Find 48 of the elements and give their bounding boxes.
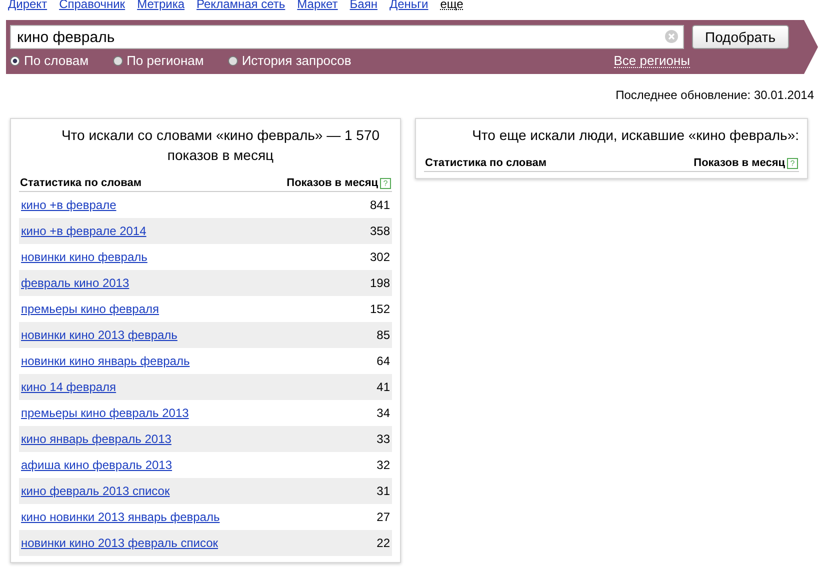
phrase-link[interactable]: новинки кино 2013 февраль список bbox=[21, 536, 218, 550]
nav-link[interactable]: Директ bbox=[8, 0, 48, 14]
phrase-link[interactable]: февраль кино 2013 bbox=[21, 276, 130, 290]
count-cell: 198 bbox=[370, 276, 390, 290]
phrase-link[interactable]: новинки кино февраль bbox=[21, 250, 148, 264]
search-field[interactable]: кино февраль bbox=[10, 25, 684, 49]
nav-link[interactable]: Деньги bbox=[389, 0, 428, 14]
column-header: Статистика по словам bbox=[20, 177, 142, 189]
count-cell: 31 bbox=[376, 484, 390, 498]
phrase-link[interactable]: кино январь февраль 2013 bbox=[21, 432, 172, 446]
count-cell: 34 bbox=[376, 406, 390, 420]
phrase-link[interactable]: кино +в феврале 2014 bbox=[21, 224, 146, 238]
count-cell: 64 bbox=[376, 354, 390, 368]
radio-option[interactable]: По регионам bbox=[112, 53, 204, 68]
phrase-link[interactable]: афиша кино февраль 2013 bbox=[21, 458, 172, 472]
count-cell: 22 bbox=[376, 536, 390, 550]
nav-link[interactable]: Баян bbox=[350, 0, 378, 14]
count-cell: 152 bbox=[370, 302, 390, 316]
phrase-link[interactable]: премьеры кино февраля bbox=[21, 302, 160, 316]
count-cell: 41 bbox=[376, 380, 390, 394]
panel-title: Что искали со словами «кино февраль» — 1 570 показов в месяц bbox=[60, 126, 381, 165]
count-cell: 33 bbox=[376, 432, 390, 446]
count-cell: 85 bbox=[376, 328, 390, 342]
column-header: Показов в месяц bbox=[694, 157, 785, 169]
count-cell: 27 bbox=[376, 510, 390, 524]
phrase-link[interactable]: кино +в феврале bbox=[21, 198, 116, 212]
phrase-link[interactable]: новинки кино 2013 февраль bbox=[21, 328, 178, 342]
regions-link[interactable]: Все регионы bbox=[614, 54, 690, 68]
phrase-link[interactable]: премьеры кино февраль 2013 bbox=[21, 406, 189, 420]
nav-link[interactable]: Рекламная сеть bbox=[196, 0, 286, 14]
last-update-text: Последнее обновление: 30.01.2014 bbox=[614, 87, 815, 102]
count-cell: 358 bbox=[370, 224, 390, 238]
more-menu-link[interactable]: еще bbox=[440, 0, 464, 10]
phrase-link[interactable]: кино новинки 2013 январь февраль bbox=[21, 510, 220, 524]
panel-title: Что еще искали люди, искавшие «кино февраль»: bbox=[471, 126, 799, 145]
nav-link[interactable]: Маркет bbox=[297, 0, 338, 14]
column-header: Статистика по словам bbox=[425, 157, 547, 169]
radio-option[interactable]: По словам bbox=[10, 53, 89, 68]
phrase-link[interactable]: новинки кино январь февраль bbox=[21, 354, 190, 368]
submit-button[interactable]: Подобрать bbox=[692, 25, 788, 49]
count-cell: 302 bbox=[370, 250, 390, 264]
phrase-link[interactable]: кино 14 февраля bbox=[21, 380, 116, 394]
phrase-link[interactable]: кино февраль 2013 список bbox=[21, 484, 170, 498]
column-header: Показов в месяц bbox=[286, 177, 378, 189]
radio-option[interactable]: История запросов bbox=[228, 53, 352, 68]
nav-link[interactable]: Метрика bbox=[137, 0, 185, 14]
count-cell: 32 bbox=[376, 458, 390, 472]
count-cell: 841 bbox=[370, 198, 390, 212]
